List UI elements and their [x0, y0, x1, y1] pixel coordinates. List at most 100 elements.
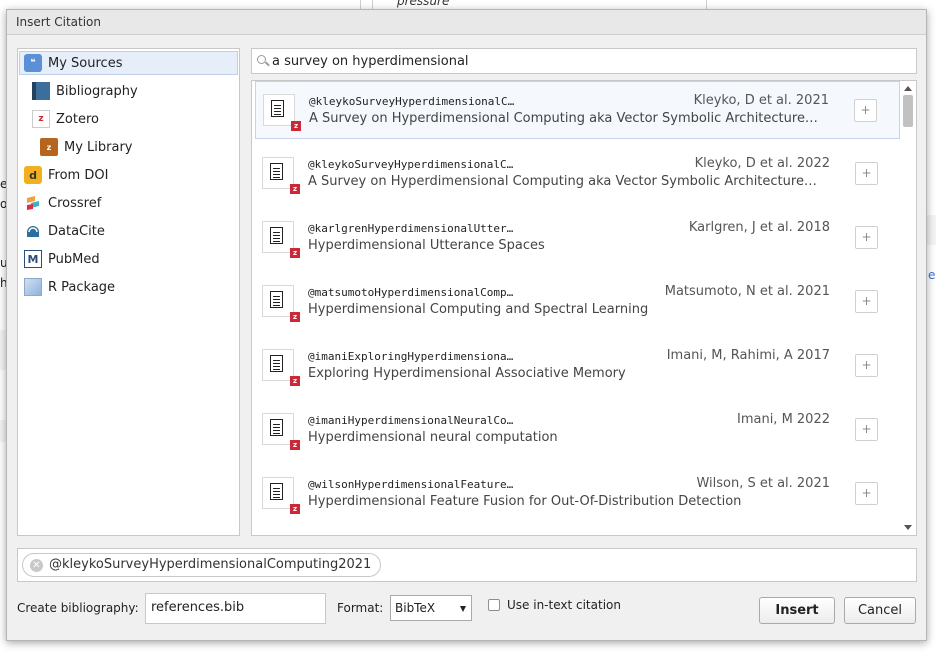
result-citekey: @imaniHyperdimensionalNeuralCo… [308, 414, 514, 427]
result-row[interactable]: z @kleykoSurveyHyperdimensionalC… Kleyko… [255, 145, 900, 203]
zotero-badge-icon: z [291, 121, 301, 131]
result-row[interactable]: z @imaniHyperdimensionalNeuralCo… Imani,… [255, 401, 900, 459]
my-sources-icon: ❝ [24, 54, 42, 72]
result-author: Kleyko, D et al. 2021 [693, 93, 829, 108]
bg-divider [706, 0, 707, 9]
source-label: Crossref [48, 195, 102, 211]
bg-panel [927, 215, 936, 245]
source-label: My Library [64, 139, 133, 155]
library-icon: z [40, 138, 58, 156]
result-author: Kleyko, D et al. 2022 [694, 156, 830, 171]
zotero-badge-icon: z [290, 312, 300, 322]
in-text-citation-label: Use in-text citation [507, 598, 621, 612]
result-title: Hyperdimensional neural computation [308, 430, 558, 445]
selected-citation-label: @kleykoSurveyHyperdimensionalComputing20… [49, 557, 372, 572]
add-citation-button[interactable]: + [855, 226, 878, 249]
result-row[interactable]: z @karlgrenHyperdimensionalUtter… Karlgr… [255, 209, 900, 267]
source-label: From DOI [48, 167, 109, 183]
dialog-title: Insert Citation [16, 15, 101, 29]
result-citekey: @imaniExploringHyperdimensiona… [308, 350, 514, 363]
add-citation-button[interactable]: + [855, 418, 878, 441]
result-author: Imani, M 2022 [736, 412, 830, 427]
source-zotero[interactable]: z Zotero [32, 107, 99, 131]
cancel-button[interactable]: Cancel [844, 597, 916, 624]
insert-button[interactable]: Insert [759, 597, 835, 624]
source-datacite[interactable]: DataCite [24, 219, 105, 243]
result-row[interactable]: z @imaniExploringHyperdimensiona… Imani,… [255, 337, 900, 395]
search-box [251, 48, 917, 74]
result-title: A Survey on Hyperdimensional Computing a… [308, 174, 817, 189]
bg-divider [360, 0, 361, 9]
result-row[interactable]: z @matsumotoHyperdimensionalComp… Matsum… [255, 273, 900, 331]
source-label: PubMed [48, 251, 100, 267]
results-list: z @kleykoSurveyHyperdimensionalC… Kleyko… [251, 80, 917, 536]
zotero-badge-icon: z [290, 248, 300, 258]
dropdown-arrow-icon [460, 606, 466, 612]
crossref-icon [24, 194, 42, 212]
selected-citation-chip[interactable]: ✕ @kleykoSurveyHyperdimensionalComputing… [22, 553, 382, 577]
selected-citations: ✕ @kleykoSurveyHyperdimensionalComputing… [17, 548, 917, 582]
source-label: Zotero [56, 111, 99, 127]
source-label: My Sources [48, 55, 123, 71]
source-bibliography[interactable]: Bibliography [32, 79, 138, 103]
source-label: R Package [48, 279, 116, 295]
scrollbar-thumb[interactable] [903, 95, 913, 127]
doi-icon: d [24, 166, 42, 184]
result-row[interactable]: z @wilsonHyperdimensionalFeature… Wilson… [255, 465, 900, 523]
format-select[interactable]: BibTeX [390, 595, 472, 621]
search-icon [257, 55, 266, 64]
result-title: Exploring Hyperdimensional Associative M… [308, 366, 626, 381]
insert-citation-dialog: Insert Citation ❝ My Sources Bibliograph… [6, 9, 927, 641]
r-package-icon [24, 278, 42, 296]
add-citation-button[interactable]: + [855, 290, 878, 313]
source-r-package[interactable]: R Package [24, 275, 115, 299]
in-text-citation-checkbox[interactable] [488, 599, 500, 611]
bibliography-icon [32, 82, 50, 100]
result-author: Matsumoto, N et al. 2021 [664, 284, 830, 299]
remove-citation-icon[interactable]: ✕ [30, 559, 43, 572]
result-title: Hyperdimensional Computing and Spectral … [308, 302, 649, 317]
add-citation-button[interactable]: + [855, 354, 878, 377]
add-citation-button[interactable]: + [855, 162, 878, 185]
source-label: DataCite [48, 223, 105, 239]
result-title: A Survey on Hyperdimensional Computing a… [309, 111, 818, 126]
bibliography-file-input[interactable]: references.bib [145, 593, 326, 624]
result-title: Hyperdimensional Utterance Spaces [308, 238, 545, 253]
source-my-sources[interactable]: ❝ My Sources [19, 51, 238, 75]
source-from-doi[interactable]: d From DOI [24, 163, 108, 187]
create-bibliography-label: Create bibliography: [17, 601, 139, 615]
result-citekey: @kleykoSurveyHyperdimensionalC… [308, 158, 514, 171]
result-author: Imani, M, Rahimi, A 2017 [666, 348, 830, 363]
source-crossref[interactable]: Crossref [24, 191, 101, 215]
result-row[interactable]: z @kleykoSurveyHyperdimensionalC… Kleyko… [255, 81, 900, 139]
bg-divider [372, 0, 373, 9]
result-author: Karlgren, J et al. 2018 [688, 220, 830, 235]
zotero-badge-icon: z [290, 376, 300, 386]
zotero-badge-icon: z [290, 440, 300, 450]
add-citation-button[interactable]: + [854, 99, 877, 122]
bg-text-pressure: pressure [397, 0, 450, 8]
sources-panel: ❝ My Sources Bibliography z Zotero z My … [17, 48, 240, 536]
results-scrollbar[interactable] [900, 81, 916, 535]
result-citekey: @matsumotoHyperdimensionalComp… [308, 286, 514, 299]
scroll-down-icon[interactable] [904, 525, 912, 530]
scroll-up-icon[interactable] [904, 86, 912, 91]
datacite-icon [24, 222, 42, 240]
result-author: Wilson, S et al. 2021 [696, 476, 830, 491]
search-input[interactable] [272, 51, 872, 71]
source-pubmed[interactable]: M PubMed [24, 247, 100, 271]
format-label: Format: [337, 601, 384, 615]
result-citekey: @karlgrenHyperdimensionalUtter… [308, 222, 514, 235]
result-citekey: @wilsonHyperdimensionalFeature… [308, 478, 514, 491]
result-title: Hyperdimensional Feature Fusion for Out-… [308, 494, 742, 509]
source-label: Bibliography [56, 83, 138, 99]
pubmed-icon: M [24, 250, 42, 268]
source-my-library[interactable]: z My Library [40, 135, 133, 159]
dialog-titlebar[interactable]: Insert Citation [7, 10, 926, 35]
bg-edge-letter: e [928, 268, 936, 282]
add-citation-button[interactable]: + [855, 482, 878, 505]
zotero-badge-icon: z [290, 504, 300, 514]
format-value: BibTeX [395, 601, 436, 615]
zotero-badge-icon: z [290, 184, 300, 194]
result-citekey: @kleykoSurveyHyperdimensionalC… [309, 95, 515, 108]
